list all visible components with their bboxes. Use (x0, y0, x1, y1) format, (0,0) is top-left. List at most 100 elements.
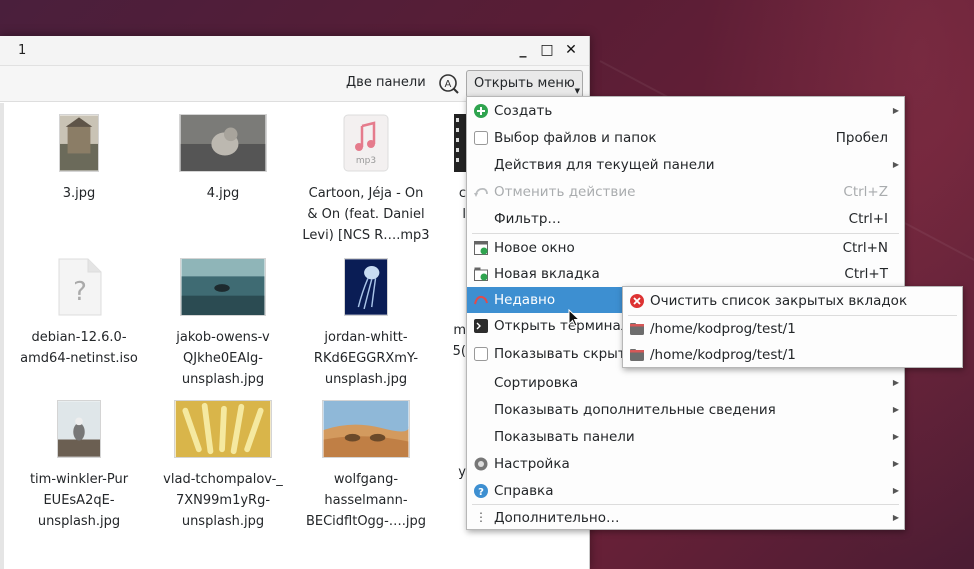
menu-item-undo: Отменить действие Ctrl+Z (467, 179, 904, 205)
file-name: vlad-tchompalov-_ (163, 472, 283, 487)
new-window-icon (474, 241, 488, 255)
menu-item-label: Отменить действие (494, 184, 636, 200)
folder-icon (630, 349, 644, 361)
menu-item-shortcut: Ctrl+I (848, 211, 888, 227)
unknown-file-icon: ? (58, 258, 102, 316)
file-name: BECidfltOgg-….jpg (305, 514, 427, 529)
menu-item-filter[interactable]: Фильтр… Ctrl+I (467, 206, 904, 232)
menu-item-shortcut: Ctrl+N (842, 240, 888, 256)
file-item[interactable]: 4.jpg (153, 114, 293, 204)
submenu-arrow-icon: ▶ (892, 432, 899, 441)
menu-item-label: Открыть терминал (494, 318, 630, 334)
menu-item-create[interactable]: Создать ▶ (467, 98, 904, 124)
file-name: c (458, 186, 466, 201)
settings-icon (474, 457, 488, 471)
recently-closed-submenu: Очистить список закрытых вкладок /home/k… (622, 286, 963, 368)
menu-item-select-files[interactable]: Выбор файлов и папок Пробел (467, 125, 904, 151)
left-pane-edge (0, 103, 4, 569)
submenu-arrow-icon: ▶ (892, 405, 899, 414)
submenu-arrow-icon: ▶ (892, 160, 899, 169)
file-name: unsplash.jpg (324, 372, 408, 387)
submenu-item-label: /home/kodprog/test/1 (650, 321, 796, 337)
file-item[interactable]: m 5( (392, 258, 466, 362)
file-name: 5( (452, 344, 466, 359)
menu-item-label: Выбор файлов и папок (494, 130, 657, 146)
window-title: 1 (18, 43, 27, 58)
video-thumbnail (454, 114, 466, 172)
open-menu-button[interactable]: Открыть меню ▼ (466, 70, 583, 98)
submenu-item-closed-tab[interactable]: /home/kodprog/test/1 (623, 342, 962, 368)
menu-item-label: Показывать дополнительные сведения (494, 402, 776, 418)
image-thumbnail (344, 258, 388, 316)
maximize-icon[interactable]: □ (539, 41, 555, 59)
menu-item-new-window[interactable]: Новое окно Ctrl+N (467, 235, 904, 261)
submenu-arrow-icon: ▶ (892, 459, 899, 468)
file-name: y (458, 465, 466, 480)
file-name: EUEsA2qE- (43, 493, 115, 508)
file-item[interactable]: tim-winkler-Pur EUEsA2qE- unsplash.jpg (9, 400, 149, 532)
undo-icon (474, 187, 488, 197)
question-mark: ? (73, 277, 87, 307)
open-menu-label: Открыть меню (474, 76, 575, 91)
image-thumbnail (180, 258, 266, 316)
file-name: unsplash.jpg (181, 372, 265, 387)
mp3-label: mp3 (356, 156, 376, 166)
title-bar[interactable]: 1 _ □ ✕ (0, 36, 589, 66)
menu-item-new-tab[interactable]: Новая вкладка Ctrl+T (467, 261, 904, 287)
file-item[interactable]: y (392, 400, 466, 483)
file-name: unsplash.jpg (37, 514, 121, 529)
new-tab-icon (474, 267, 488, 281)
file-item[interactable]: ? debian-12.6.0- amd64-netinst.iso (9, 258, 149, 369)
file-name: jakob-owens-v (176, 330, 270, 345)
file-name: amd64-netinst.iso (20, 351, 138, 366)
image-thumbnail (57, 400, 101, 458)
terminal-icon (474, 319, 488, 333)
file-name: QJkhe0EAIg- (183, 351, 263, 366)
menu-item-label: Фильтр… (494, 211, 561, 227)
dual-panel-button[interactable]: Две панели (346, 75, 426, 90)
minimize-icon[interactable]: _ (515, 41, 531, 59)
menu-item-shortcut: Ctrl+Z (843, 184, 888, 200)
close-icon[interactable]: ✕ (563, 41, 579, 59)
search-icon[interactable]: A (438, 73, 460, 95)
menu-item-show-details[interactable]: Показывать дополнительные сведения ▶ (467, 397, 904, 423)
menu-item-show-panels[interactable]: Показывать панели ▶ (467, 424, 904, 450)
menu-item-more[interactable]: ⋮ Дополнительно… ▶ (467, 505, 904, 531)
menu-item-label: Новая вкладка (494, 266, 600, 282)
menu-item-recently-closed[interactable]: Недавно закрытые (467, 287, 623, 334)
chevron-down-icon: ▼ (574, 87, 580, 95)
file-item[interactable]: 3.jpg (9, 114, 149, 204)
file-name: 4.jpg (206, 186, 240, 201)
menu-item-sort[interactable]: Сортировка ▶ (467, 370, 904, 396)
submenu-item-clear[interactable]: Очистить список закрытых вкладок (623, 288, 962, 314)
plus-circle-icon (474, 104, 488, 118)
file-item[interactable]: vlad-tchompalov-_ 7XN99m1yRg- unsplash.j… (153, 400, 293, 532)
submenu-arrow-icon: ▶ (892, 486, 899, 495)
submenu-item-label: /home/kodprog/test/1 (650, 347, 796, 363)
file-name: m (453, 323, 466, 338)
file-name: 3.jpg (62, 186, 96, 201)
menu-item-label: Сортировка (494, 375, 579, 391)
file-name: tim-winkler-Pur (29, 472, 129, 487)
image-thumbnail (59, 114, 99, 172)
file-name: debian-12.6.0- (31, 330, 127, 345)
file-item[interactable]: jakob-owens-v QJkhe0EAIg- unsplash.jpg (153, 258, 293, 390)
file-name: hasselmann- (324, 493, 408, 508)
clear-icon (630, 294, 644, 308)
submenu-item-label: Очистить список закрытых вкладок (650, 293, 908, 309)
svg-text:?: ? (478, 487, 484, 498)
menu-item-settings[interactable]: Настройка ▶ (467, 451, 904, 477)
image-thumbnail (179, 114, 267, 172)
menu-item-label: Настройка (494, 456, 570, 472)
menu-item-shortcut: Пробел (835, 130, 888, 146)
menu-item-help[interactable]: ? Справка ▶ (467, 478, 904, 504)
file-item[interactable]: c l (392, 114, 466, 225)
submenu-arrow-icon: ▶ (892, 106, 899, 115)
submenu-item-closed-tab[interactable]: /home/kodprog/test/1 (623, 316, 962, 342)
checkbox-icon[interactable] (474, 347, 488, 361)
svg-text:A: A (445, 79, 452, 90)
checkbox-icon[interactable] (474, 131, 488, 145)
folder-icon (630, 323, 644, 335)
menu-item-panel-actions[interactable]: Действия для текущей панели ▶ (467, 152, 904, 178)
submenu-arrow-icon: ▶ (892, 378, 899, 387)
